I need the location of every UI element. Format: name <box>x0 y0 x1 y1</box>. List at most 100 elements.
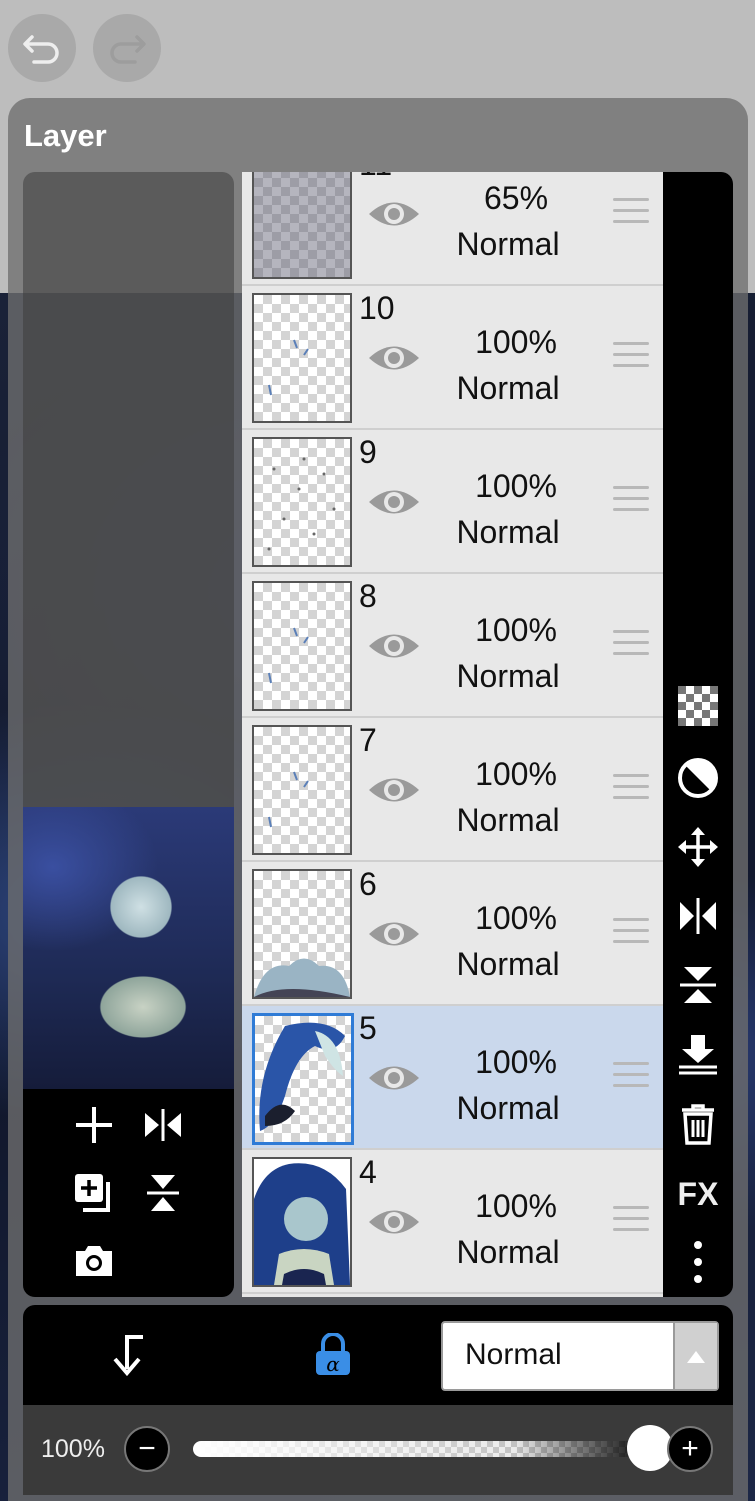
drag-handle-icon[interactable] <box>613 1062 649 1092</box>
layer-thumbnail[interactable] <box>252 172 352 279</box>
layer-opacity: 100% <box>475 1188 557 1224</box>
visibility-eye-icon[interactable] <box>367 629 421 663</box>
layer-thumbnail[interactable] <box>252 293 352 423</box>
layer-blend-mode: Normal <box>456 946 560 982</box>
visibility-eye-icon[interactable] <box>367 485 421 519</box>
duplicate-layer-button[interactable] <box>72 1171 116 1215</box>
add-layer-button[interactable] <box>72 1103 116 1147</box>
layer-thumbnail[interactable] <box>252 1157 352 1287</box>
layer-row[interactable]: 6 100% Normal <box>242 862 663 1006</box>
visibility-eye-icon[interactable] <box>367 773 421 807</box>
flip-horizontal-button[interactable] <box>676 894 720 938</box>
canvas-preview-column <box>23 172 234 1297</box>
add-layer-icon <box>76 1107 112 1143</box>
blend-mode-value: Normal <box>465 1338 562 1371</box>
drag-handle-icon[interactable] <box>613 486 649 516</box>
alpha-lock-button[interactable]: α <box>313 1332 353 1382</box>
visibility-eye-icon[interactable] <box>367 1061 421 1095</box>
layer-opacity: 100% <box>475 1044 557 1080</box>
trash-icon <box>682 1104 714 1145</box>
drag-handle-icon[interactable] <box>613 918 649 948</box>
layer-thumbnail[interactable] <box>252 725 352 855</box>
layer-row[interactable]: 9 100% Normal <box>242 430 663 574</box>
camera-button[interactable] <box>72 1239 116 1283</box>
clipping-arrow-icon <box>113 1335 143 1377</box>
fx-icon: FX <box>677 1175 719 1212</box>
layer-blend-mode: Normal <box>456 1090 560 1126</box>
invert-icon <box>678 758 718 798</box>
layer-number: 11 <box>359 172 392 183</box>
drag-handle-icon[interactable] <box>613 774 649 804</box>
flip-vertical-button[interactable] <box>676 963 720 1007</box>
layer-row[interactable]: 7 100% Normal <box>242 718 663 862</box>
clipping-button[interactable] <box>105 1333 149 1382</box>
undo-button[interactable] <box>8 14 76 82</box>
visibility-eye-icon[interactable] <box>367 917 421 951</box>
flip-horizontal-icon <box>145 1109 181 1141</box>
layer-thumbnail[interactable] <box>252 869 352 999</box>
opacity-control: 100% − + <box>23 1405 733 1495</box>
undo-icon <box>23 35 59 64</box>
layer-blend-mode: Normal <box>456 658 560 694</box>
canvas-preview-thumbnail[interactable] <box>23 807 234 1089</box>
panel-title: Layer <box>24 118 107 153</box>
drag-handle-icon[interactable] <box>613 198 649 228</box>
layer-number: 10 <box>359 290 395 326</box>
layer-opacity: 65% <box>483 180 549 216</box>
delete-layer-button[interactable] <box>676 1102 720 1146</box>
transparency-button[interactable] <box>676 684 720 728</box>
merge-down-icon <box>679 1035 717 1075</box>
flip-vertical-icon <box>680 967 716 1003</box>
merge-down-button[interactable] <box>676 1032 720 1076</box>
layer-thumbnail[interactable] <box>252 1013 354 1145</box>
visibility-eye-icon[interactable] <box>367 197 421 231</box>
minus-icon: − <box>138 1432 156 1465</box>
drag-handle-icon[interactable] <box>613 630 649 660</box>
move-button[interactable] <box>676 825 720 869</box>
layer-blend-mode: Normal <box>456 1234 560 1270</box>
drag-handle-icon[interactable] <box>613 342 649 372</box>
preview-tools <box>23 1089 234 1297</box>
opacity-value: 100% <box>41 1435 105 1463</box>
layer-blend-mode: Normal <box>456 370 560 406</box>
layer-blend-mode: Normal <box>456 226 560 262</box>
layer-side-toolbar: FX <box>663 172 733 1297</box>
blend-mode-dropdown-toggle[interactable] <box>673 1323 717 1389</box>
drag-handle-icon[interactable] <box>613 1206 649 1236</box>
layer-opacity: 100% <box>475 468 557 504</box>
redo-button[interactable] <box>93 14 161 82</box>
more-options-button[interactable] <box>676 1240 720 1284</box>
layer-row[interactable]: 11 65% Normal <box>242 172 663 286</box>
opacity-increase-button[interactable]: + <box>667 1426 713 1472</box>
fx-button[interactable]: FX <box>676 1172 720 1216</box>
camera-icon <box>76 1246 112 1276</box>
layer-row[interactable]: 10 100% Normal <box>242 286 663 430</box>
svg-text:α: α <box>326 1352 340 1376</box>
move-icon <box>678 827 718 867</box>
layer-number: 7 <box>359 722 377 758</box>
layer-opacity: 100% <box>475 756 557 792</box>
flip-vertical-icon <box>147 1175 179 1211</box>
invert-button[interactable] <box>676 756 720 800</box>
visibility-eye-icon[interactable] <box>367 1205 421 1239</box>
layer-row[interactable]: 5 100% Normal <box>242 1006 663 1150</box>
opacity-decrease-button[interactable]: − <box>124 1426 170 1472</box>
layer-blend-mode: Normal <box>456 514 560 550</box>
blend-mode-select[interactable]: Normal <box>441 1321 719 1391</box>
flip-layer-vertical-button[interactable] <box>141 1171 185 1215</box>
visibility-eye-icon[interactable] <box>367 341 421 375</box>
layer-number: 5 <box>359 1010 377 1046</box>
layer-opacity: 100% <box>475 900 557 936</box>
layer-row[interactable]: 4 100% Normal <box>242 1150 663 1294</box>
layer-list[interactable]: 11 65% Normal 10 100% Normal 9 100% Normal 8 100% N… <box>242 172 663 1297</box>
layer-thumbnail[interactable] <box>252 437 352 567</box>
layer-bottom-bar: α Normal <box>23 1305 733 1405</box>
flip-layer-horizontal-button[interactable] <box>141 1103 185 1147</box>
layer-number: 9 <box>359 434 377 470</box>
plus-icon: + <box>681 1432 699 1465</box>
layer-thumbnail[interactable] <box>252 581 352 711</box>
duplicate-layer-icon <box>75 1174 110 1212</box>
layer-row[interactable]: 8 100% Normal <box>242 574 663 718</box>
opacity-slider[interactable] <box>193 1441 653 1457</box>
layer-opacity: 100% <box>475 612 557 648</box>
